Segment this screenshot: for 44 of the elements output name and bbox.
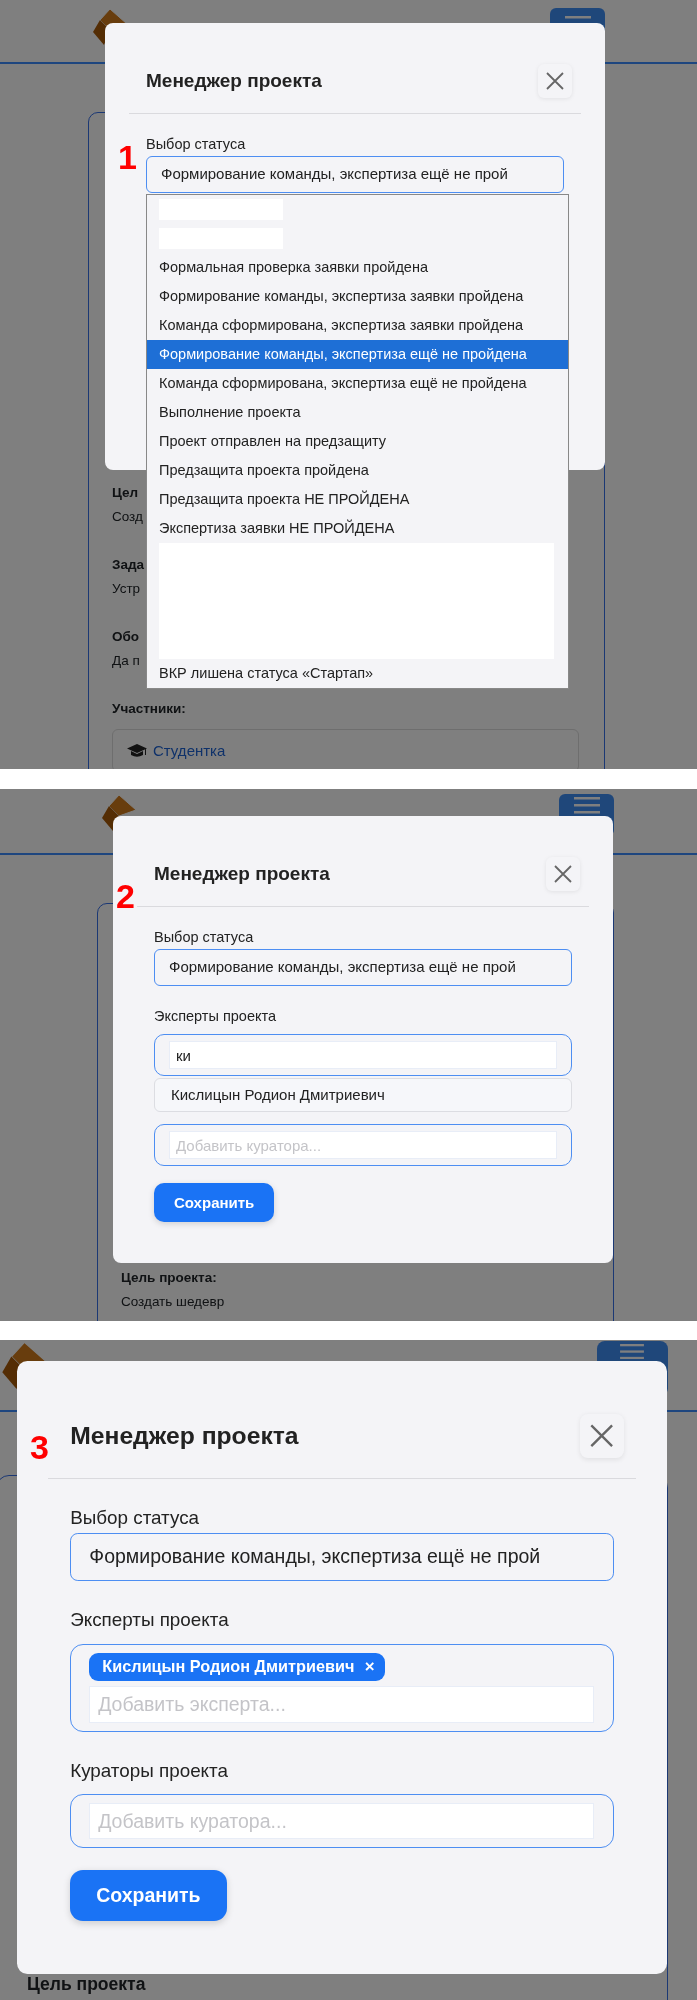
field-label: Эксперты проекта bbox=[154, 1007, 278, 1026]
step-number: 1 bbox=[118, 140, 137, 174]
section-heading: Зада bbox=[112, 556, 145, 574]
section-heading: Цель проекта: bbox=[121, 1269, 217, 1287]
save-button[interactable]: Сохранить bbox=[154, 1183, 275, 1222]
experts-field[interactable]: ки bbox=[154, 1034, 572, 1076]
section-text: Да п bbox=[112, 652, 140, 670]
dropdown-option[interactable]: Команда сформирована, экспертиза заявки пройдена bbox=[147, 311, 568, 340]
field-label: Эксперты проекта bbox=[70, 1608, 230, 1633]
dropdown-option[interactable]: Экспертиза заявки НЕ ПРОЙДЕНА bbox=[147, 514, 568, 543]
section-text: Созд bbox=[112, 508, 143, 526]
modal-title: Менеджер проекта bbox=[154, 862, 330, 886]
section-text: Создать шедевр bbox=[121, 1293, 225, 1311]
field-label: Кураторы проекта bbox=[70, 1758, 229, 1783]
modal-title: Менеджер проекта bbox=[146, 69, 322, 93]
status-select[interactable]: Формирование команды, экспертиза ещё не прой bbox=[154, 949, 572, 986]
save-button[interactable]: Сохранить bbox=[70, 1870, 227, 1921]
field-label: Выбор статуса bbox=[146, 135, 247, 154]
section-heading: Цель проекта bbox=[27, 1973, 146, 1996]
step-number: 3 bbox=[30, 1430, 49, 1464]
section-heading: Обо bbox=[112, 628, 140, 646]
field-label: Выбор статуса bbox=[70, 1505, 201, 1530]
status-select[interactable]: Формирование команды, экспертиза ещё не прой bbox=[70, 1533, 614, 1582]
dropdown-option[interactable]: Формальная проверка заявки пройдена bbox=[147, 253, 568, 282]
dropdown-option[interactable]: Выполнение проекта bbox=[147, 398, 568, 427]
dropdown-option[interactable]: Формирование команды, экспертиза ещё не пройдена bbox=[147, 340, 568, 369]
suggestion-option[interactable]: Кислицын Родион Дмитриевич bbox=[154, 1078, 572, 1112]
dropdown-option[interactable]: Проект отправлен на предзащиту bbox=[147, 427, 568, 456]
curators-field[interactable]: Добавить куратора... bbox=[154, 1124, 572, 1166]
dropdown-option[interactable]: ВКР лишена статуса «Стартап» bbox=[147, 659, 568, 688]
dropdown-option[interactable]: Предзащита проекта пройдена bbox=[147, 456, 568, 485]
experts-field[interactable]: Кислицын Родион Дмитриевич × Добавить эксперта... bbox=[70, 1643, 614, 1732]
curators-field[interactable]: Добавить куратора... bbox=[70, 1794, 614, 1848]
section-heading: Цел bbox=[112, 484, 139, 502]
dropdown-option[interactable]: Предзащита проекта НЕ ПРОЙДЕНА bbox=[147, 485, 568, 514]
modal-title: Менеджер проекта bbox=[70, 1421, 299, 1452]
section-text: Устр bbox=[112, 580, 141, 598]
step-number: 2 bbox=[116, 879, 135, 913]
dropdown-option[interactable]: Команда сформирована, экспертиза ещё не пройдена bbox=[147, 369, 568, 398]
field-label: Выбор статуса bbox=[154, 928, 255, 947]
dropdown-option[interactable]: Формирование команды, экспертиза заявки пройдена bbox=[147, 282, 568, 311]
tag-label: Кислицын Родион Дмитриевич bbox=[102, 1656, 355, 1678]
status-select[interactable]: Формирование команды, экспертиза ещё не прой bbox=[146, 156, 564, 193]
section-heading: Участники: bbox=[112, 700, 186, 718]
